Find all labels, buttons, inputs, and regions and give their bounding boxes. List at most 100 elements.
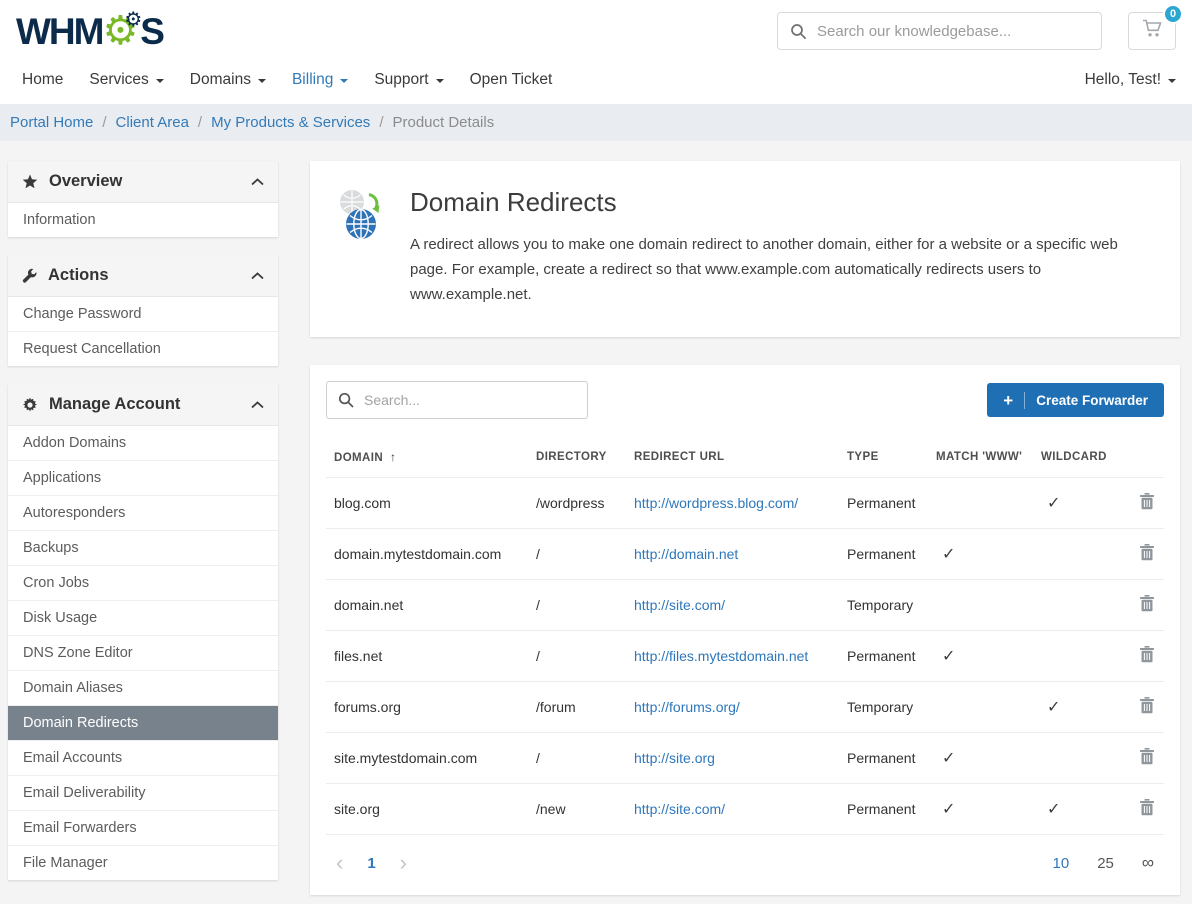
breadcrumb-products-services[interactable]: My Products & Services — [211, 114, 370, 131]
column-label: TYPE — [847, 451, 879, 463]
overview-panel-header[interactable]: Overview — [8, 161, 278, 203]
manage-account-panel-header[interactable]: Manage Account — [8, 384, 278, 426]
cell-domain: forums.org — [326, 682, 528, 733]
sidebar-item-disk-usage[interactable]: Disk Usage — [8, 601, 278, 636]
sidebar-item-file-manager[interactable]: File Manager — [8, 846, 278, 880]
nav-item-billing[interactable]: Billing — [292, 71, 348, 89]
table-row: forums.org /forum http://forums.org/ Tem… — [326, 682, 1164, 733]
nav-item-domains[interactable]: Domains — [190, 71, 266, 89]
footer: Powered by WHMCompleteSolution — [310, 895, 1180, 904]
column-header-domain[interactable]: DOMAIN↑ — [326, 437, 528, 478]
wildcard-check — [1033, 631, 1124, 682]
cart-count-badge: 0 — [1163, 4, 1183, 24]
sort-asc-icon: ↑ — [390, 450, 396, 464]
breadcrumb-portal-home[interactable]: Portal Home — [10, 114, 93, 131]
sidebar-item-addon-domains[interactable]: Addon Domains — [8, 426, 278, 461]
page-size-all-icon[interactable]: ∞ — [1142, 853, 1154, 873]
cell-redirect-url: http://site.com/ — [626, 580, 839, 631]
page-size-10[interactable]: 10 — [1053, 855, 1070, 872]
page: WHM ⚙ ⚙ S 0 Home Services Domains Billin… — [0, 0, 1192, 904]
sidebar-item-email-accounts[interactable]: Email Accounts — [8, 741, 278, 776]
cell-redirect-url: http://files.mytestdomain.net — [626, 631, 839, 682]
cell-actions — [1124, 682, 1164, 733]
page-size-options: 10 25 ∞ — [1053, 853, 1155, 873]
table-search — [326, 381, 588, 419]
breadcrumb-client-area[interactable]: Client Area — [116, 114, 189, 131]
cart-button[interactable]: 0 — [1128, 12, 1176, 50]
redirect-url-link[interactable]: http://files.mytestdomain.net — [634, 648, 808, 664]
sidebar-item-change-password[interactable]: Change Password — [8, 297, 278, 332]
nav-item-home[interactable]: Home — [22, 71, 63, 89]
cell-domain: site.org — [326, 784, 528, 835]
create-forwarder-button[interactable]: + Create Forwarder — [987, 383, 1164, 417]
nav-label: Home — [22, 71, 63, 89]
wildcard-check: ✓ — [1033, 478, 1124, 529]
sidebar-item-backups[interactable]: Backups — [8, 531, 278, 566]
sidebar-item-dns-zone-editor[interactable]: DNS Zone Editor — [8, 636, 278, 671]
cell-directory: / — [528, 733, 626, 784]
next-page-icon[interactable]: › — [400, 852, 407, 874]
redirect-url-link[interactable]: http://site.com/ — [634, 597, 725, 613]
nav-item-open-ticket[interactable]: Open Ticket — [470, 71, 553, 89]
redirect-url-link[interactable]: http://site.com/ — [634, 801, 725, 817]
delete-icon[interactable] — [1140, 595, 1154, 612]
caret-down-icon — [258, 79, 266, 83]
table-toolbar: + Create Forwarder — [326, 381, 1164, 419]
panel-title: Overview — [49, 172, 122, 191]
content: Overview Information Actions — [0, 141, 1192, 904]
sidebar-item-email-deliverability[interactable]: Email Deliverability — [8, 776, 278, 811]
cell-type: Permanent — [839, 529, 928, 580]
delete-icon[interactable] — [1140, 799, 1154, 816]
redirects-table: DOMAIN↑ DIRECTORY REDIRECT URL TYPE MATC… — [326, 437, 1164, 834]
page-size-25[interactable]: 25 — [1097, 855, 1114, 872]
logo-text-right: S — [140, 13, 163, 50]
caret-down-icon — [340, 79, 348, 83]
delete-icon[interactable] — [1140, 697, 1154, 714]
sidebar-item-autoresponders[interactable]: Autoresponders — [8, 496, 278, 531]
redirect-url-link[interactable]: http://domain.net — [634, 546, 738, 562]
table-row: site.mytestdomain.com / http://site.org … — [326, 733, 1164, 784]
cell-actions — [1124, 580, 1164, 631]
create-forwarder-label: Create Forwarder — [1036, 393, 1148, 408]
caret-down-icon — [1168, 79, 1176, 83]
redirect-url-link[interactable]: http://wordpress.blog.com/ — [634, 495, 798, 511]
prev-page-icon[interactable]: ‹ — [336, 852, 343, 874]
actions-panel-header[interactable]: Actions — [8, 255, 278, 297]
sidebar-item-applications[interactable]: Applications — [8, 461, 278, 496]
sidebar-item-domain-redirects[interactable]: Domain Redirects — [8, 706, 278, 741]
delete-icon[interactable] — [1140, 748, 1154, 765]
nav-item-services[interactable]: Services — [89, 71, 163, 89]
cell-redirect-url: http://domain.net — [626, 529, 839, 580]
match-www-check — [928, 682, 1033, 733]
match-www-check — [928, 580, 1033, 631]
breadcrumb-separator: / — [102, 114, 106, 131]
search-icon — [338, 392, 354, 408]
column-header-match-www[interactable]: MATCH 'WWW' — [928, 437, 1033, 478]
sidebar-item-request-cancellation[interactable]: Request Cancellation — [8, 332, 278, 366]
column-header-redirect-url[interactable]: REDIRECT URL — [626, 437, 839, 478]
column-header-type[interactable]: TYPE — [839, 437, 928, 478]
sidebar-item-information[interactable]: Information — [8, 203, 278, 237]
page-number[interactable]: 1 — [367, 855, 375, 872]
page-title: Domain Redirects — [410, 187, 1150, 218]
knowledgebase-search-input[interactable] — [817, 23, 1089, 40]
redirect-url-link[interactable]: http://site.org — [634, 750, 715, 766]
whmcs-logo[interactable]: WHM ⚙ ⚙ S — [16, 11, 163, 51]
sidebar-item-domain-aliases[interactable]: Domain Aliases — [8, 671, 278, 706]
sidebar-item-cron-jobs[interactable]: Cron Jobs — [8, 566, 278, 601]
panel-title: Actions — [48, 266, 109, 285]
delete-icon[interactable] — [1140, 544, 1154, 561]
user-menu[interactable]: Hello, Test! — [1085, 71, 1176, 89]
redirect-url-link[interactable]: http://forums.org/ — [634, 699, 740, 715]
delete-icon[interactable] — [1140, 493, 1154, 510]
nav-item-support[interactable]: Support — [374, 71, 443, 89]
table-search-input[interactable] — [364, 392, 576, 408]
column-header-directory[interactable]: DIRECTORY — [528, 437, 626, 478]
plus-icon: + — [1003, 392, 1025, 409]
table-row: domain.net / http://site.com/ Temporary — [326, 580, 1164, 631]
column-header-wildcard[interactable]: WILDCARD — [1033, 437, 1124, 478]
delete-icon[interactable] — [1140, 646, 1154, 663]
sidebar-item-email-forwarders[interactable]: Email Forwarders — [8, 811, 278, 846]
knowledgebase-search — [777, 12, 1102, 50]
domain-redirect-icon — [336, 189, 388, 307]
